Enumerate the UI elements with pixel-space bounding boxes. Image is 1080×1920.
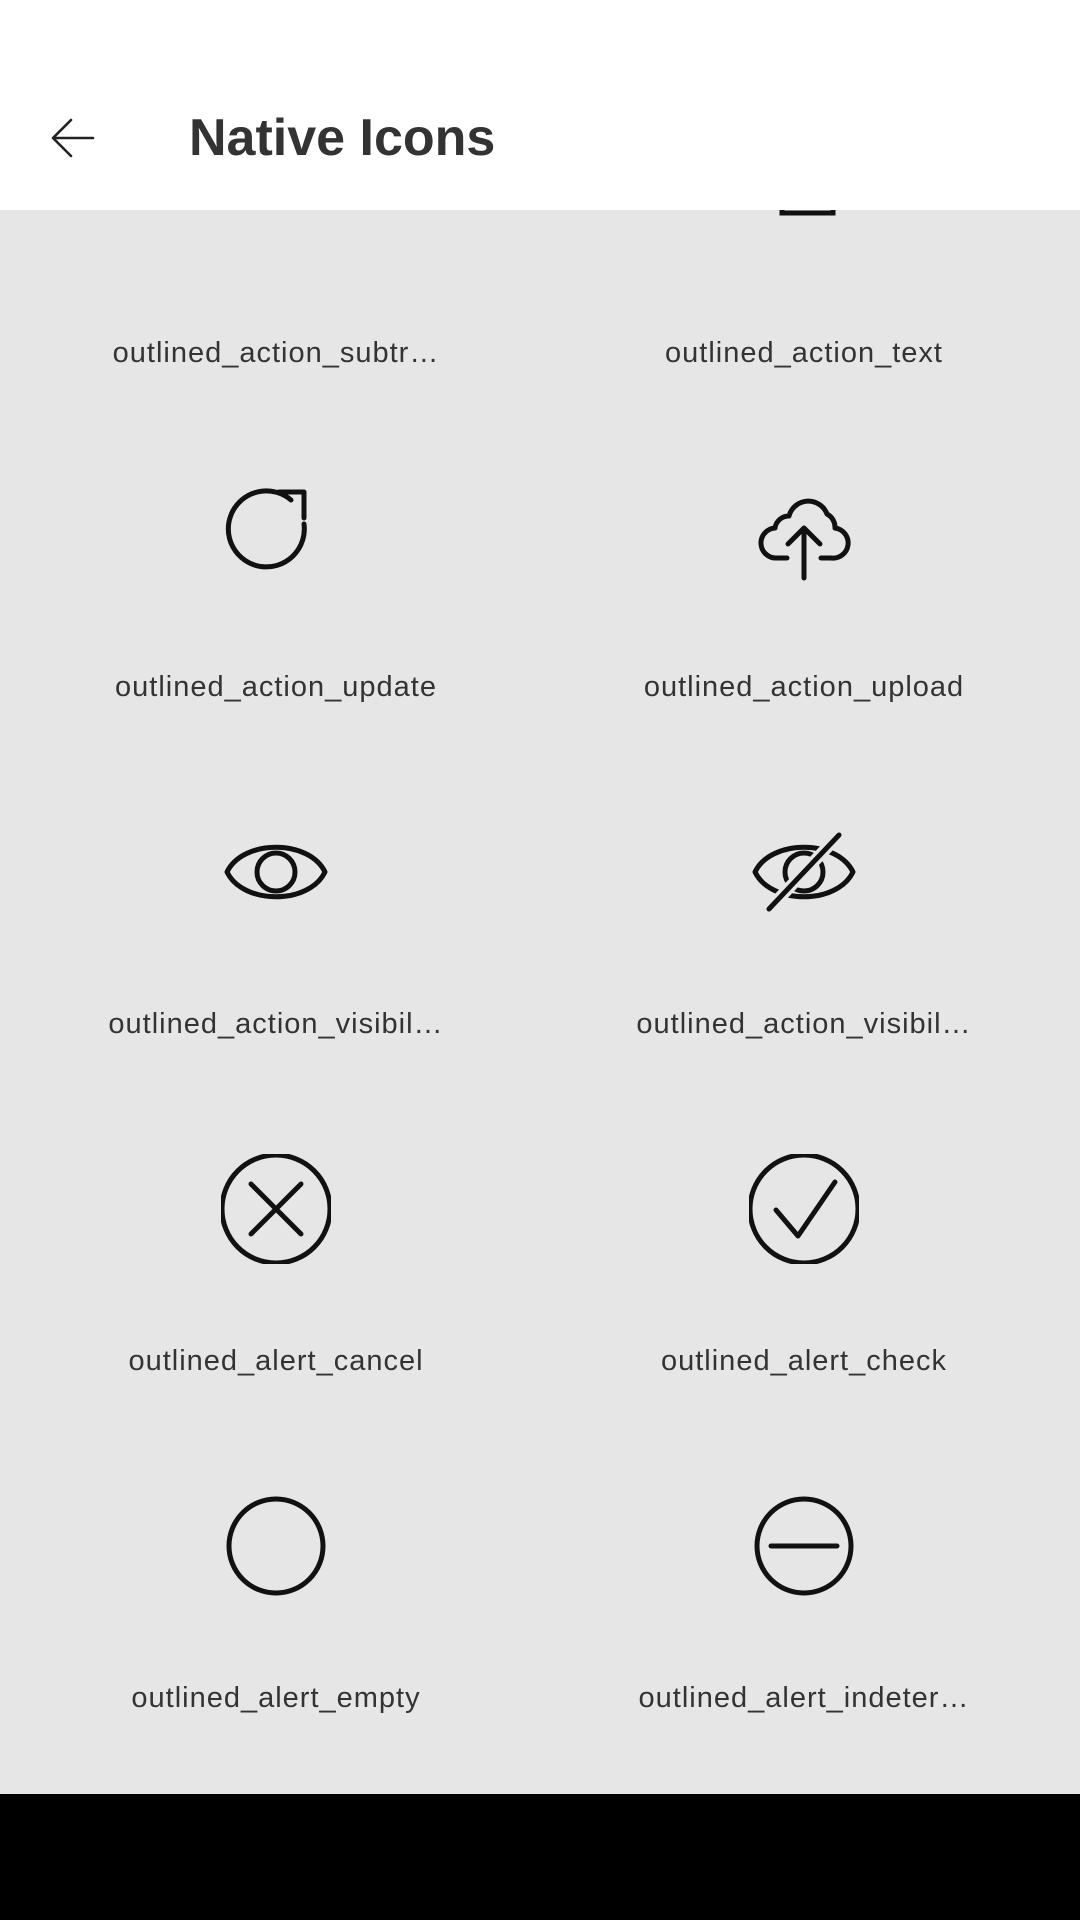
circle-minus-icon: [749, 1491, 859, 1601]
arrow-back-icon: [51, 118, 95, 158]
icon-grid[interactable]: outlined_action_subtr… outlined_action_t…: [0, 210, 1080, 1794]
system-navigation-bar: [0, 1794, 1080, 1920]
icon-tile[interactable]: outlined_alert_empty: [12, 1491, 540, 1794]
icon-tile[interactable]: outlined_action_visibil…: [12, 817, 540, 1154]
circle-empty-icon: [221, 1491, 331, 1601]
icon-tile[interactable]: outlined_action_update: [12, 480, 540, 817]
icon-label: outlined_alert_indeter…: [638, 1682, 970, 1714]
page-title: Native Icons: [189, 109, 496, 167]
circle-check-icon: [749, 1154, 859, 1264]
icon-label: outlined_action_text: [665, 337, 943, 369]
icon-label: outlined_alert_empty: [131, 1682, 421, 1714]
icon-tile[interactable]: outlined_action_subtr…: [12, 210, 540, 480]
icon-label: outlined_action_update: [115, 671, 437, 703]
icon-label: outlined_action_subtr…: [112, 337, 440, 369]
icon-label: outlined_action_visibil…: [636, 1008, 972, 1040]
icon-tile[interactable]: outlined_action_upload: [540, 480, 1068, 817]
subtract-icon: [221, 210, 331, 283]
icon-tile[interactable]: outlined_action_text: [540, 210, 1068, 480]
cloud-upload-icon: [749, 480, 859, 590]
icon-tile[interactable]: outlined_alert_indeter…: [540, 1491, 1068, 1794]
icon-tile[interactable]: outlined_action_visibil…: [540, 817, 1068, 1154]
icon-tile[interactable]: outlined_alert_cancel: [12, 1154, 540, 1491]
app-bar: Native Icons: [0, 0, 1080, 210]
eye-off-icon: [749, 817, 859, 927]
circle-x-icon: [221, 1154, 331, 1264]
back-button[interactable]: [30, 95, 116, 181]
icon-label: outlined_alert_check: [660, 1345, 947, 1377]
icon-label: outlined_alert_cancel: [128, 1345, 424, 1377]
icon-label: outlined_action_visibil…: [108, 1008, 444, 1040]
refresh-icon: [221, 480, 331, 590]
eye-icon: [221, 817, 331, 927]
icon-label: outlined_action_upload: [643, 671, 965, 703]
text-icon: [749, 210, 859, 283]
icon-tile[interactable]: outlined_alert_check: [540, 1154, 1068, 1491]
